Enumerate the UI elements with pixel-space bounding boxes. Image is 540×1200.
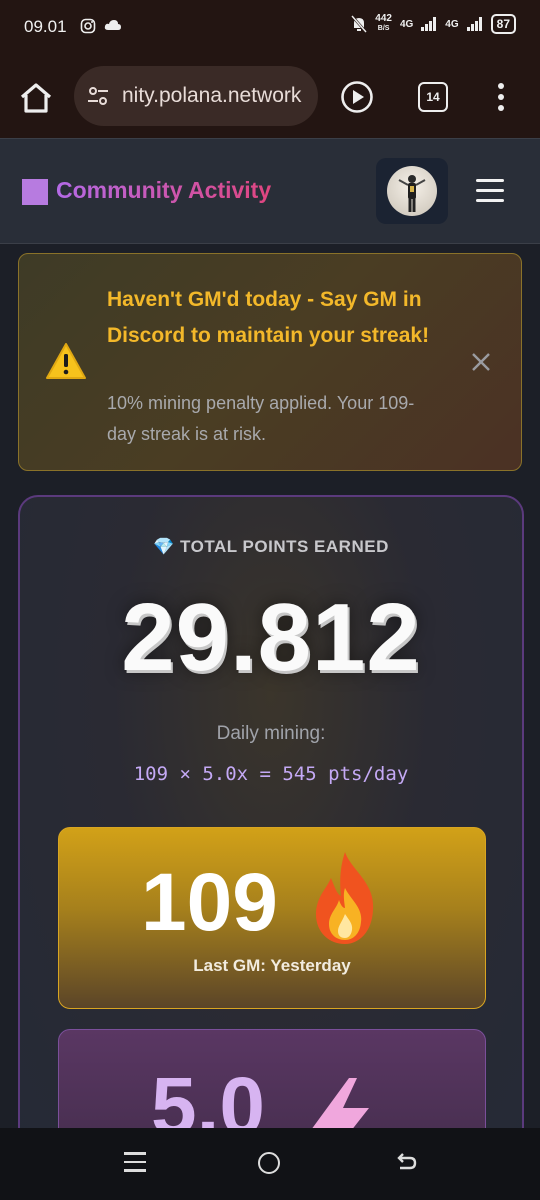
alert-title: Haven't GM'd today - Say GM in Discord t… xyxy=(107,288,430,347)
fire-icon xyxy=(315,852,374,944)
address-bar[interactable]: nity.polana.network xyxy=(74,66,318,126)
more-vert-icon[interactable] xyxy=(496,82,506,112)
total-points-card: 💎 TOTAL POINTS EARNED 29.812 Daily minin… xyxy=(18,495,524,1159)
daily-mining-label: Daily mining: xyxy=(216,723,326,744)
back-icon[interactable] xyxy=(394,1150,418,1174)
tab-switcher-button[interactable]: 14 xyxy=(418,82,448,112)
battery-indicator: 87 xyxy=(490,14,516,34)
hamburger-menu-icon[interactable] xyxy=(476,179,504,203)
network-speed: 442 B/S xyxy=(375,13,392,33)
home-nav-icon[interactable] xyxy=(258,1152,280,1174)
streak-value: 109 xyxy=(141,857,278,948)
recents-icon[interactable] xyxy=(124,1152,146,1174)
warning-icon xyxy=(46,343,86,379)
home-icon[interactable] xyxy=(18,80,54,116)
network-b-label: 4G xyxy=(445,18,459,30)
app-header: Community Activity xyxy=(0,138,540,244)
system-nav-bar xyxy=(0,1128,540,1200)
mute-bell-icon xyxy=(351,15,368,33)
status-left-icons xyxy=(80,18,122,34)
cloud-icon xyxy=(104,20,121,30)
avatar[interactable] xyxy=(376,158,448,224)
status-right-icons: 442 B/S 4G 4G 87 xyxy=(351,14,516,34)
browser-toolbar: nity.polana.network 14 xyxy=(0,56,540,138)
network-a-label: 4G xyxy=(399,18,414,30)
streak-warning-alert: Haven't GM'd today - Say GM in Discord t… xyxy=(18,253,522,471)
status-time: 09.01 xyxy=(24,17,67,36)
page-title: Community Activity xyxy=(56,177,272,203)
status-bar: 09.01 442 B/S 4G 4G 87 xyxy=(0,0,540,56)
signal-icon-2 xyxy=(466,17,482,31)
streak-panel: 109 Last GM: Yesterday xyxy=(58,827,486,1009)
close-icon[interactable] xyxy=(471,352,491,372)
avatar-image xyxy=(387,166,437,216)
last-gm-text: Last GM: Yesterday xyxy=(193,956,351,975)
site-settings-icon[interactable] xyxy=(86,84,110,108)
daily-mining-formula: 109 × 5.0x = 545 pts/day xyxy=(133,763,409,785)
alert-body: 10% mining penalty applied. Your 109-day… xyxy=(107,393,415,444)
total-points-label: 💎 TOTAL POINTS EARNED xyxy=(153,537,389,556)
brand-square-icon xyxy=(22,179,48,205)
signal-icon xyxy=(421,17,437,31)
play-icon[interactable] xyxy=(340,80,374,114)
instagram-icon xyxy=(80,18,96,34)
total-points-value: 29.812 xyxy=(121,584,421,691)
url-text: nity.polana.network xyxy=(122,84,302,107)
